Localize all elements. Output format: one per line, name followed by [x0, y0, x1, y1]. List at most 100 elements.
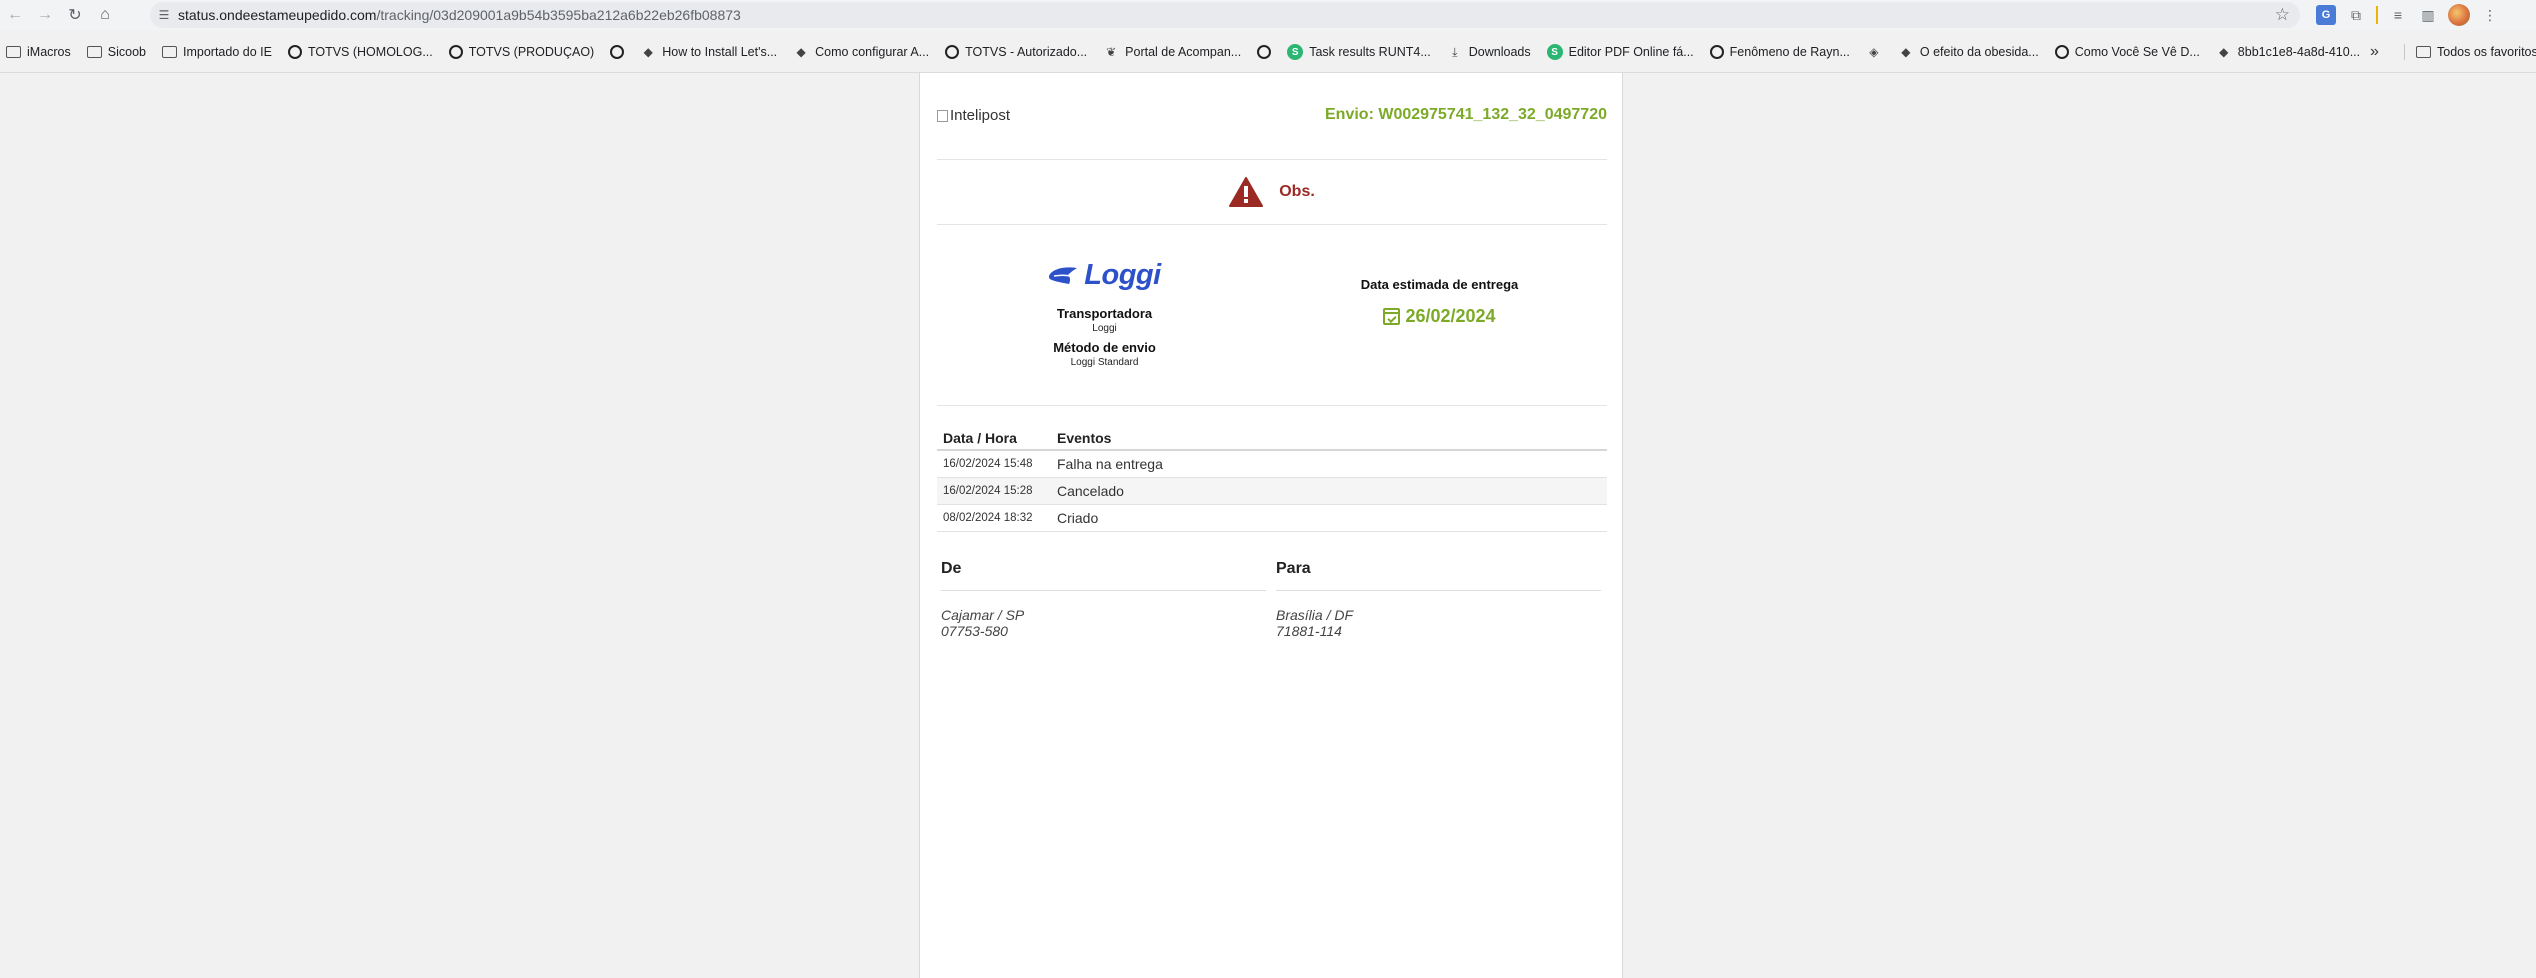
s-icon: S [1287, 44, 1304, 60]
table-row: 16/02/2024 15:28 Cancelado [937, 478, 1607, 505]
bookmark-item[interactable]: iMacros [6, 45, 71, 59]
destination-city: Brasília / DF [1276, 607, 1354, 623]
shipment-id: Envio: W002975741_132_32_0497720 [1325, 106, 1607, 123]
bookmark-item[interactable]: S Task results RUNT4... [1287, 44, 1431, 60]
tracking-page: Intelipost Envio: W002975741_132_32_0497… [919, 73, 1623, 978]
bookmark-label: Fenômeno de Rayn... [1729, 45, 1850, 59]
bookmark-item[interactable]: ◆ O efeito da obesida... [1898, 44, 2038, 60]
bookmark-icon: ◆ [796, 45, 806, 59]
bookmark-item[interactable] [1257, 45, 1272, 59]
loggi-logo-text: Loggi [1084, 259, 1161, 291]
bookmark-label: Como Você Se Vê D... [2074, 45, 2200, 59]
bookmark-label: TOTVS - Autorizado... [965, 45, 1088, 59]
bookmark-item[interactable]: ⤓ Downloads [1447, 44, 1531, 60]
diamond-icon: ◈ [1869, 45, 1879, 59]
table-row: 16/02/2024 15:48 Falha na entrega [937, 451, 1607, 478]
bookmark-label: Portal de Acompan... [1125, 45, 1242, 59]
bookmark-item[interactable]: ❦ Portal de Acompan... [1103, 44, 1241, 60]
bookmark-label: Sicoob [107, 45, 146, 59]
bookmark-star-icon[interactable]: ☆ [2275, 5, 2290, 25]
s-icon: S [1546, 44, 1563, 60]
loggi-logo: Loggi [1048, 259, 1161, 292]
bookmark-item[interactable]: ◆ 8bb1c1e8-4a8d-410... [2216, 44, 2360, 60]
event-date: 16/02/2024 15:28 [943, 485, 1033, 497]
bookmark-item[interactable]: Importado do IE [162, 45, 272, 59]
observation-row: Obs. [937, 160, 1607, 225]
event-description: Criado [1057, 510, 1099, 526]
bookmark-label: TOTVS (HOMOLOG... [307, 45, 433, 59]
origin-city: Cajamar / SP [941, 607, 1025, 623]
side-panel-icon[interactable]: ▥ [2418, 5, 2438, 25]
eta-label: Data estimada de entrega [1360, 277, 1519, 292]
bookmark-label: Downloads [1468, 45, 1531, 59]
bookmark-item[interactable] [610, 45, 625, 59]
shipping-method-label: Método de envio [1053, 340, 1156, 355]
bookmark-icon: ◆ [643, 45, 653, 59]
bookmarks-bar: iMacros Sicoob Importado do IE TOTVS (HOMOL… [0, 38, 2536, 66]
events-table-header: Data / Hora Eventos [937, 426, 1607, 451]
forward-button[interactable]: → [30, 0, 60, 30]
bookmark-item[interactable]: ◈ [1866, 44, 1882, 60]
header-event: Eventos [1057, 429, 1112, 446]
eta-value: 26/02/2024 [1405, 306, 1496, 326]
bookmark-label: Importado do IE [183, 45, 272, 59]
bookmark-label: Task results RUNT4... [1309, 45, 1431, 59]
totvs-icon [945, 45, 960, 59]
bookmark-label: Como configurar A... [815, 45, 930, 59]
calendar-check-icon [1383, 308, 1401, 325]
back-button[interactable]: ← [0, 0, 30, 30]
logo-alt-text: Intelipost [950, 107, 1011, 124]
totvs-icon [287, 45, 302, 59]
menu-kebab-icon[interactable]: ⋮ [2480, 5, 2500, 25]
intelipost-logo: Intelipost [937, 107, 1010, 124]
bookmark-item[interactable]: ◆ Como configurar A... [793, 44, 930, 60]
bookmark-item[interactable]: Sicoob [86, 45, 146, 59]
download-icon: ⤓ [1452, 44, 1458, 59]
site-info-icon[interactable]: ☰ [150, 8, 178, 22]
carrier-info: Loggi Transportadora Loggi Método de env… [937, 259, 1272, 368]
carrier-value: Loggi [1092, 323, 1117, 334]
bookmark-item[interactable]: TOTVS (HOMOLOG... [287, 45, 433, 59]
browser-toolbar: ← → ↻ ⌂ ☰ status.ondeestameupedido.com/t… [0, 0, 2536, 30]
bookmark-item[interactable]: TOTVS (PRODUÇAO) [448, 45, 595, 59]
bookmark-label: iMacros [27, 45, 71, 59]
event-description: Cancelado [1057, 483, 1124, 499]
bookmark-label: Editor PDF Online fá... [1568, 45, 1694, 59]
shipping-method-value: Loggi Standard [1070, 357, 1139, 368]
bookmark-item[interactable]: ◆ How to Install Let's... [640, 44, 778, 60]
bookmark-item[interactable]: TOTVS - Autorizado... [945, 45, 1087, 59]
bookmark-item[interactable]: S Editor PDF Online fá... [1546, 44, 1694, 60]
totvs-icon [2054, 45, 2069, 59]
origin-zip: 07753-580 [941, 623, 1008, 639]
header-date: Data / Hora [943, 429, 1017, 446]
reading-list-icon[interactable]: ≡ [2388, 5, 2408, 25]
origin-address: De Cajamar / SP 07753-580 [941, 560, 1266, 639]
reload-button[interactable]: ↻ [60, 0, 90, 30]
totvs-icon [610, 45, 625, 59]
broken-image-icon [937, 109, 948, 122]
bookmark-label: TOTVS (PRODUÇAO) [468, 45, 595, 59]
home-button[interactable]: ⌂ [90, 0, 120, 30]
loggi-bird-icon [1049, 266, 1078, 284]
leaf-icon: ❦ [1106, 45, 1117, 59]
folder-icon [162, 46, 177, 58]
bookmark-label: How to Install Let's... [662, 45, 778, 59]
carrier-section: Loggi Transportadora Loggi Método de env… [937, 225, 1607, 406]
bookmark-item[interactable]: Fenômeno de Rayn... [1709, 45, 1850, 59]
extensions-puzzle-icon[interactable]: ⧉ [2346, 5, 2366, 25]
bookmark-item[interactable]: Como Você Se Vê D... [2054, 45, 2200, 59]
warning-icon [1229, 177, 1264, 207]
translate-icon[interactable]: G [2316, 5, 2336, 25]
url-text[interactable]: status.ondeestameupedido.com/tracking/03… [178, 7, 741, 23]
delivery-estimate: Data estimada de entrega 26/02/2024 [1272, 277, 1607, 330]
address-bar[interactable]: ☰ status.ondeestameupedido.com/tracking/… [150, 2, 2300, 28]
toolbar-divider [2376, 6, 2378, 24]
profile-avatar[interactable] [2448, 4, 2470, 26]
events-table: Data / Hora Eventos 16/02/2024 15:48 Fal… [937, 426, 1607, 532]
carrier-label: Transportadora [1056, 306, 1153, 321]
folder-icon [86, 46, 102, 58]
tracking-header: Intelipost Envio: W002975741_132_32_0497… [937, 73, 1607, 160]
destination-title: Para [1276, 560, 1601, 591]
totvs-icon [448, 45, 463, 59]
extensions-area: G ⧉ ≡ ▥ ⋮ [2316, 0, 2500, 30]
